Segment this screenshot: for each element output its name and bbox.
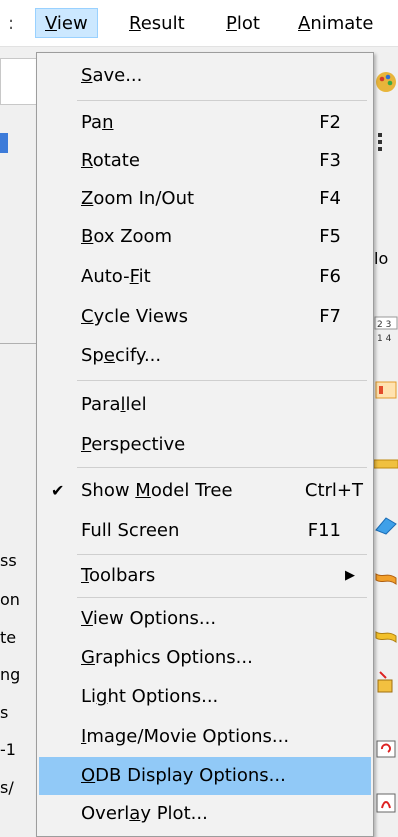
menu-separator <box>77 467 367 468</box>
menu-separator <box>77 100 367 101</box>
menu-item-show-model-tree[interactable]: ✔ Show Model Tree Ctrl+T <box>39 472 371 510</box>
menubar-item-animate[interactable]: Animate <box>298 11 373 37</box>
shortcut-label: F5 <box>319 226 341 247</box>
shortcut-label: F4 <box>319 188 341 209</box>
submenu-arrow-icon: ▶ <box>345 568 355 583</box>
menubar-item-result[interactable]: Result <box>129 11 185 37</box>
menu-item-overlay-plot[interactable]: Overlay Plot... <box>39 795 371 833</box>
menu-item-full-screen[interactable]: Full Screen F11 <box>39 512 371 550</box>
background-text-fragment: ng <box>0 665 21 684</box>
menu-item-parallel[interactable]: Parallel <box>39 386 371 424</box>
menu-item-light-options[interactable]: Light Options... <box>39 678 371 716</box>
checkmark-icon: ✔ <box>51 481 65 500</box>
menu-item-graphics-options[interactable]: Graphics Options... <box>39 639 371 677</box>
menu-item-toolbars[interactable]: Toolbars ▶ <box>39 557 371 595</box>
ruler-icon[interactable] <box>374 452 398 476</box>
deform-icon-2[interactable] <box>374 624 398 648</box>
shortcut-label: F3 <box>319 150 341 171</box>
background-divider <box>0 343 36 344</box>
shortcut-label: Ctrl+T <box>304 480 363 501</box>
menu-item-specify[interactable]: Specify... <box>39 337 371 375</box>
shortcut-label: F7 <box>319 306 341 327</box>
menu-separator <box>77 554 367 555</box>
menu-item-save[interactable]: Save... <box>39 57 371 95</box>
legend-icon[interactable] <box>374 378 398 402</box>
animate-icon-1[interactable] <box>374 735 398 759</box>
background-text-fragment: s <box>0 703 9 722</box>
svg-text:1 4: 1 4 <box>377 334 392 344</box>
overlay-icon[interactable] <box>374 670 398 694</box>
menu-item-rotate[interactable]: Rotate F3 <box>39 142 371 180</box>
menu-item-pan[interactable]: Pan F2 <box>39 104 371 142</box>
background-text-fragment: -1 <box>0 740 16 759</box>
menu-item-zoom[interactable]: Zoom In/Out F4 <box>39 180 371 218</box>
numbered-grid-icon[interactable]: 2 31 4 <box>374 315 398 345</box>
background-text-fragment: ss <box>0 551 17 570</box>
grid-dots-icon[interactable] <box>374 130 398 154</box>
shortcut-label: F11 <box>307 520 341 541</box>
menubar-item-truncated[interactable]: : <box>8 11 14 37</box>
menu-item-auto-fit[interactable]: Auto-Fit F6 <box>39 258 371 296</box>
menu-item-image-movie-options[interactable]: Image/Movie Options... <box>39 718 371 756</box>
menu-item-perspective[interactable]: Perspective <box>39 426 371 464</box>
svg-text:2 3: 2 3 <box>377 320 391 330</box>
animate-icon-2[interactable] <box>374 790 398 814</box>
menu-separator <box>77 380 367 381</box>
background-input-panel <box>0 58 38 105</box>
mesh-color-icon[interactable] <box>374 512 398 536</box>
view-dropdown-menu: Save... Pan F2 Rotate F3 Zoom In/Out F4 … <box>36 52 374 837</box>
menu-item-view-options[interactable]: View Options... <box>39 600 371 638</box>
background-text-fragment: te <box>0 628 17 647</box>
shortcut-label: F6 <box>319 266 341 287</box>
deform-icon-1[interactable] <box>374 568 398 592</box>
menu-bar: : View Result Plot Animate <box>0 0 398 47</box>
menubar-item-plot[interactable]: Plot <box>226 11 260 37</box>
menu-item-cycle-views[interactable]: Cycle Views F7 <box>39 298 371 336</box>
menu-item-box-zoom[interactable]: Box Zoom F5 <box>39 218 371 256</box>
menubar-item-view[interactable]: View <box>35 8 98 38</box>
background-text-fragment: s/ <box>0 778 14 797</box>
background-tab-label: lo <box>374 249 389 268</box>
background-toolbar-icon <box>0 133 8 153</box>
menu-item-odb-display-options[interactable]: ODB Display Options... <box>39 757 371 795</box>
shortcut-label: F2 <box>319 112 341 133</box>
menu-separator <box>77 597 367 598</box>
palette-icon[interactable] <box>374 70 398 94</box>
background-text-fragment: on <box>0 590 20 609</box>
